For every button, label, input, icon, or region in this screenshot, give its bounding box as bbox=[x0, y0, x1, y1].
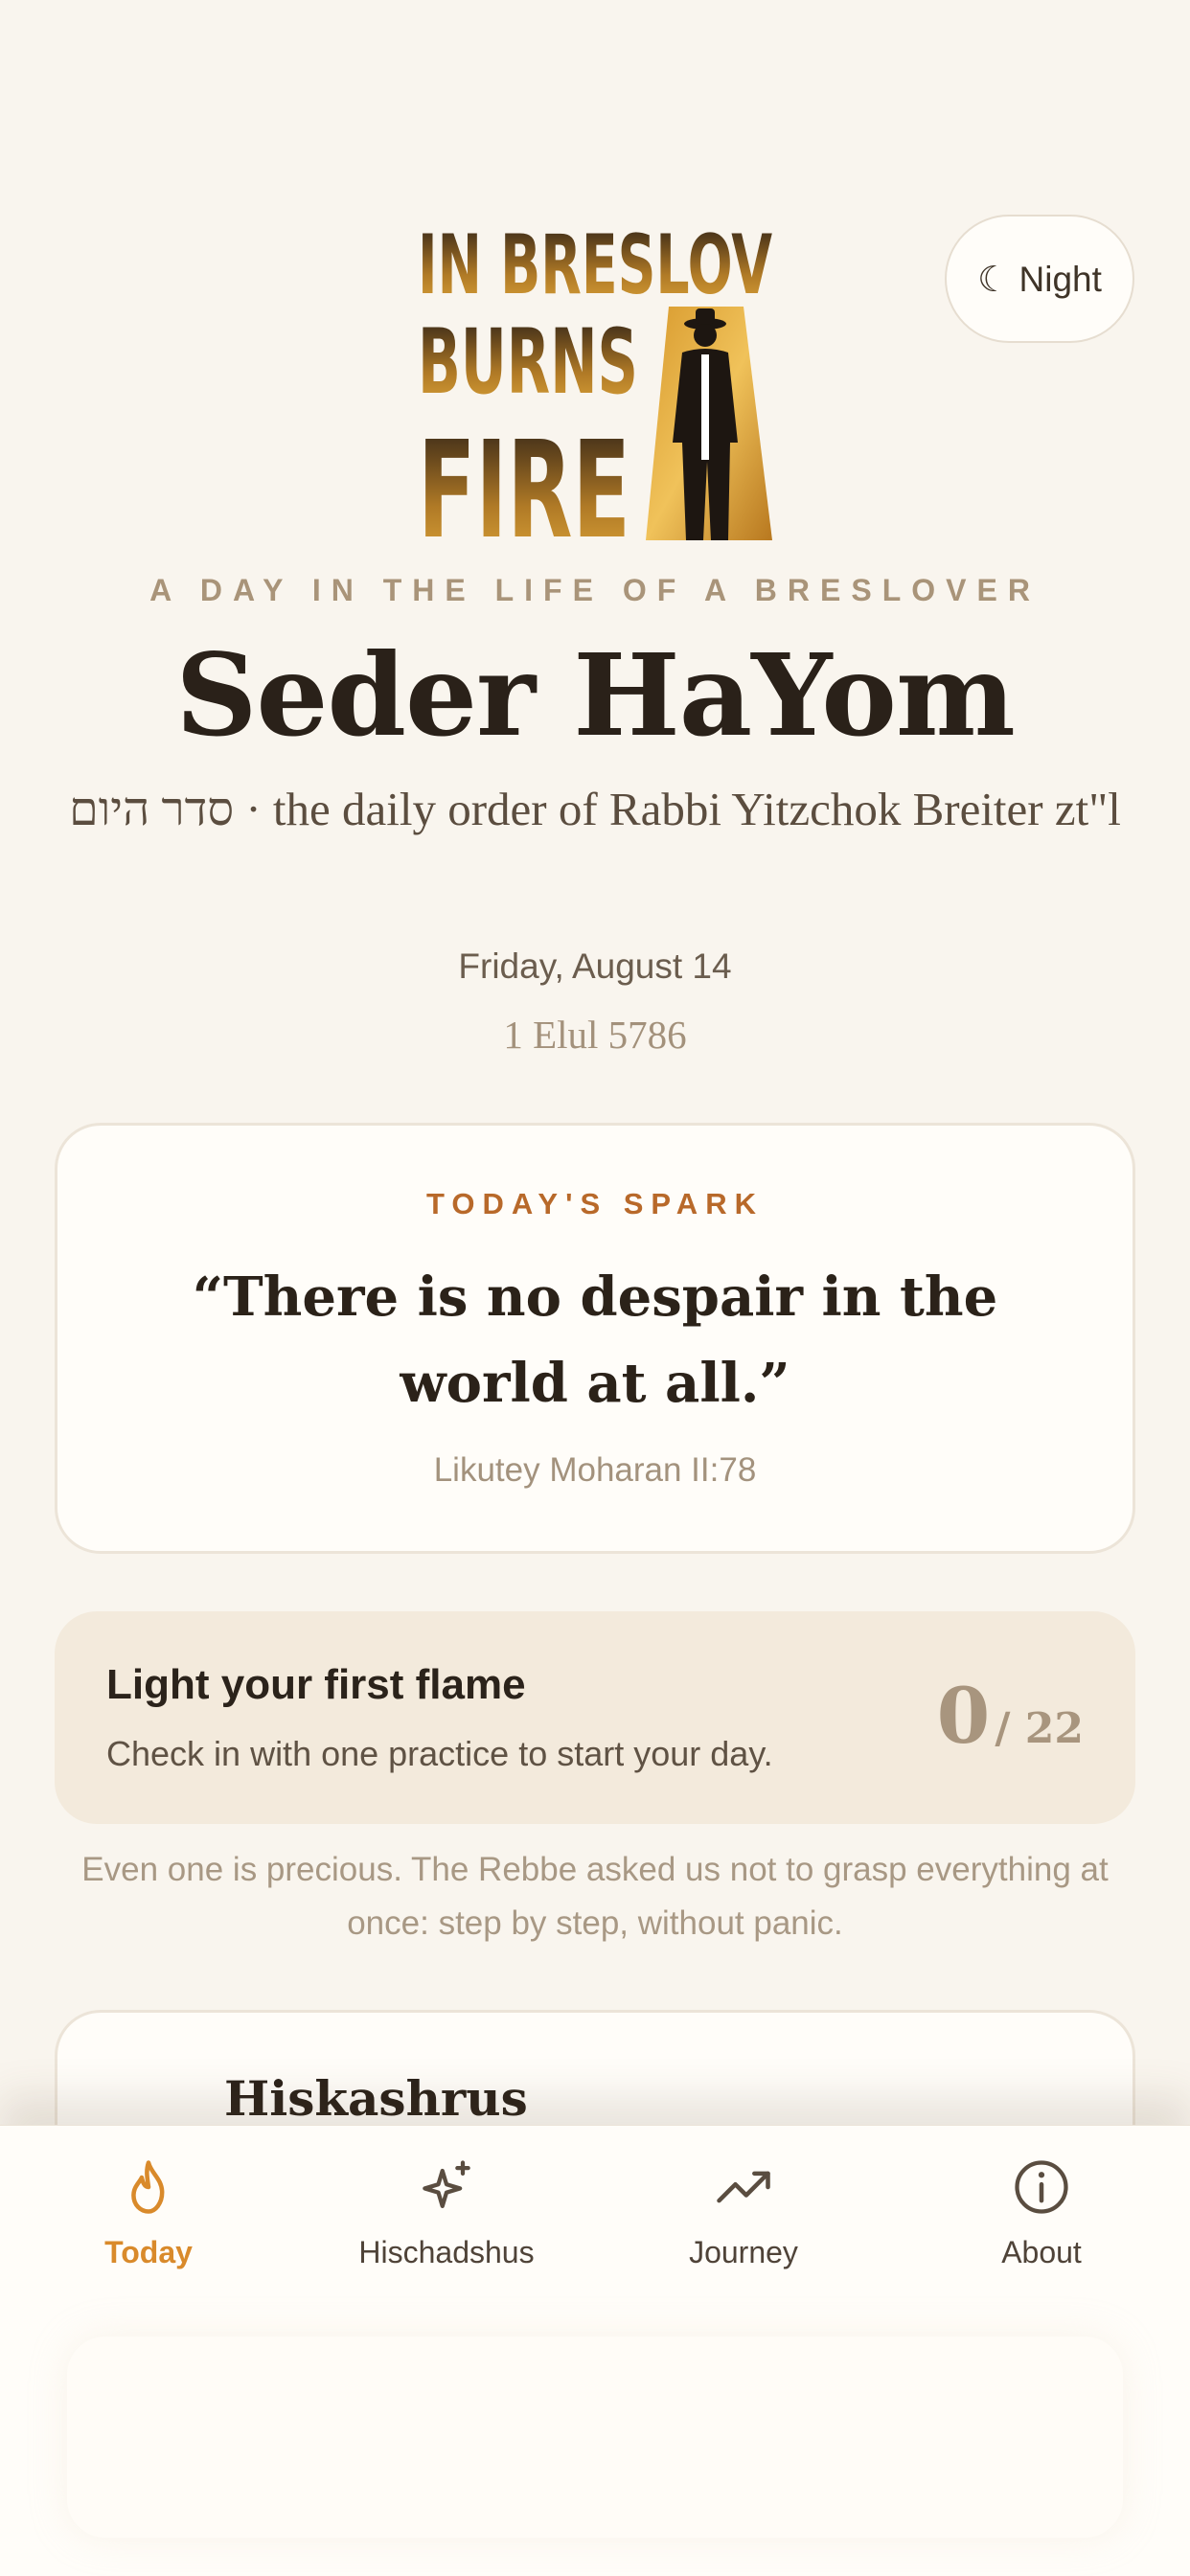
bottom-tab-bar: Today Hischadshus Journey About bbox=[0, 2125, 1190, 2576]
gregorian-date: Friday, August 14 bbox=[458, 946, 732, 986]
page-subtitle: סדר היום · the daily order of Rabbi Yitz… bbox=[69, 783, 1121, 835]
home-indicator-area bbox=[67, 2337, 1123, 2538]
tab-journey[interactable]: Journey bbox=[595, 2154, 892, 2270]
trending-up-icon bbox=[717, 2171, 770, 2203]
tab-hischadshus[interactable]: Hischadshus bbox=[298, 2154, 595, 2270]
eyebrow: A DAY IN THE LIFE OF A BRESLOVER bbox=[149, 573, 1041, 607]
night-mode-label: ☾ Night bbox=[977, 259, 1102, 299]
in-breslov-burns-fire-logo: IN BRESLOV BURNS FIRE bbox=[418, 217, 772, 540]
logo-line-2: BURNS bbox=[418, 310, 638, 415]
page-title: Seder HaYom bbox=[175, 628, 1016, 762]
spark-label: TODAY'S SPARK bbox=[426, 1187, 764, 1220]
encouragement-note: Even one is precious. The Rebbe asked us… bbox=[81, 1851, 1109, 1942]
spark-source: Likutey Moharan II:78 bbox=[433, 1451, 757, 1489]
practice-counter: 0 / 22 bbox=[937, 1671, 1084, 1761]
practice-total: / 22 bbox=[995, 1704, 1084, 1753]
practice-title: Hiskashrus bbox=[224, 2070, 528, 2127]
spark-quote: “There is no despair in the world at all… bbox=[192, 1265, 998, 1415]
todays-spark-card: TODAY'S SPARK “There is no despair in th… bbox=[55, 1123, 1135, 1554]
hebrew-date: 1 Elul 5786 bbox=[503, 1013, 687, 1057]
practice-count: 0 bbox=[936, 1671, 991, 1761]
tab-today[interactable]: Today bbox=[0, 2154, 297, 2270]
tab-today-label: Today bbox=[104, 2235, 193, 2269]
first-flame-card[interactable]: Light your first flame Check in with one… bbox=[55, 1611, 1135, 1824]
tab-about[interactable]: About bbox=[893, 2154, 1190, 2270]
tab-about-label: About bbox=[1001, 2235, 1082, 2269]
logo-line-3: FIRE bbox=[418, 413, 630, 540]
flame-subtitle: Check in with one practice to start your… bbox=[106, 1734, 773, 1773]
info-icon bbox=[1015, 2160, 1068, 2214]
tab-hischadshus-label: Hischadshus bbox=[358, 2235, 535, 2269]
tab-journey-label: Journey bbox=[689, 2235, 798, 2269]
figure-shirt bbox=[701, 354, 709, 460]
flame-title: Light your first flame bbox=[106, 1661, 526, 1708]
flame-icon bbox=[131, 2160, 165, 2214]
night-mode-button[interactable]: ☾ Night bbox=[945, 215, 1134, 343]
logo-line-1: IN BRESLOV bbox=[418, 217, 772, 313]
sparkle-icon bbox=[423, 2160, 470, 2208]
